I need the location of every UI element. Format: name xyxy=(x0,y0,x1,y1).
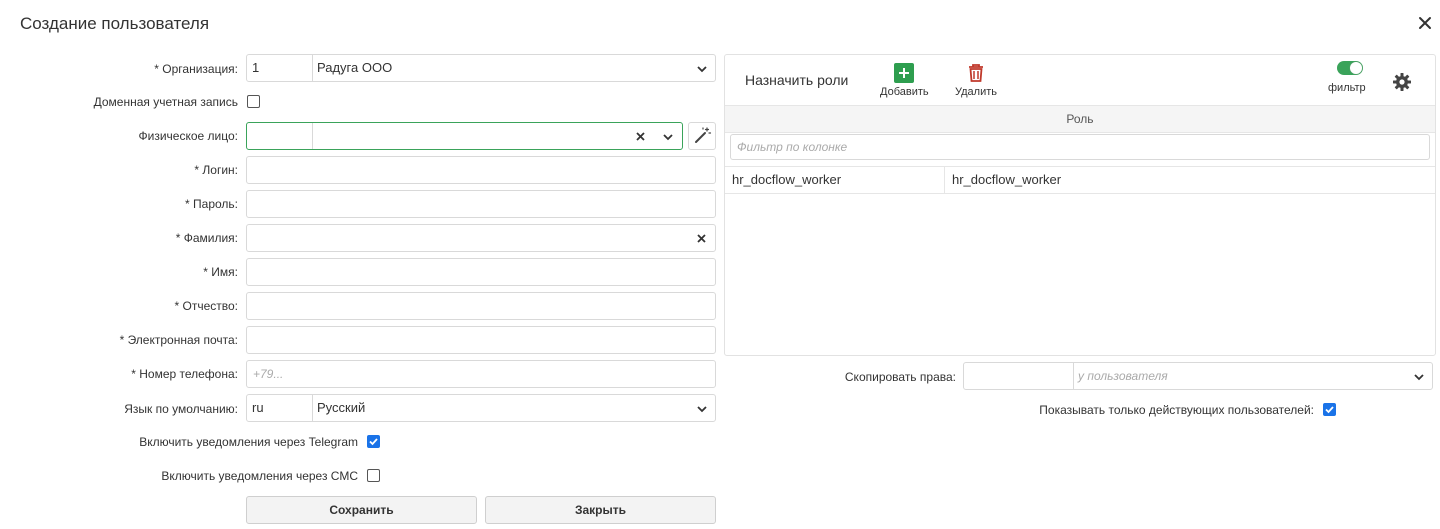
add-role-button[interactable]: Добавить xyxy=(880,63,929,98)
column-filter-input[interactable]: Фильтр по колонке xyxy=(730,134,1430,160)
domain-account-label: Доменная учетная запись xyxy=(93,95,238,109)
chevron-down-icon[interactable] xyxy=(661,130,675,144)
organization-label: * Организация: xyxy=(154,62,238,76)
email-label: * Электронная почта: xyxy=(119,333,238,347)
last-name-input[interactable] xyxy=(246,224,716,252)
clear-icon[interactable] xyxy=(634,130,647,143)
organization-code: 1 xyxy=(247,55,313,81)
middle-name-label: * Отчество: xyxy=(174,299,238,313)
filter-toggle-label: фильтр xyxy=(1328,82,1366,94)
login-label: * Логин: xyxy=(194,163,238,177)
telegram-label: Включить уведомления через Telegram xyxy=(139,435,358,449)
active-only-checkbox[interactable] xyxy=(1323,403,1336,416)
language-select[interactable]: ru Русский xyxy=(246,394,716,422)
checkmark-icon xyxy=(369,438,378,446)
sms-checkbox[interactable] xyxy=(367,469,380,482)
copy-rights-label: Скопировать права: xyxy=(844,370,956,384)
table-row[interactable]: hr_docflow_worker hr_docflow_worker xyxy=(725,166,1435,194)
magic-wand-icon xyxy=(695,127,712,143)
domain-account-checkbox[interactable] xyxy=(247,95,260,108)
first-name-input[interactable] xyxy=(246,258,716,286)
chevron-down-icon[interactable] xyxy=(1412,370,1426,384)
role-column-header[interactable]: Роль xyxy=(725,105,1435,133)
copy-rights-placeholder: у пользователя xyxy=(1078,369,1168,383)
chevron-down-icon[interactable] xyxy=(695,402,709,416)
login-input[interactable] xyxy=(246,156,716,184)
copy-rights-code xyxy=(964,363,1074,389)
password-input[interactable] xyxy=(246,190,716,218)
role-name-cell: hr_docflow_worker xyxy=(952,172,1062,187)
language-name: Русский xyxy=(317,400,366,415)
plus-icon xyxy=(894,63,915,83)
checkmark-icon xyxy=(1325,406,1334,414)
roles-panel: Назначить роли Добавить Удалить фильтр Р… xyxy=(724,54,1436,356)
active-only-label: Показывать только действующих пользовате… xyxy=(1039,403,1314,417)
telegram-checkbox[interactable] xyxy=(367,435,380,448)
dialog-title: Создание пользователя xyxy=(20,14,210,33)
organization-name: Радуга ООО xyxy=(317,60,393,75)
phone-label: * Номер телефона: xyxy=(131,367,238,381)
role-code-cell: hr_docflow_worker xyxy=(732,172,842,187)
person-code xyxy=(247,123,313,149)
person-select[interactable] xyxy=(246,122,683,150)
close-icon[interactable] xyxy=(1414,12,1436,34)
email-input[interactable] xyxy=(246,326,716,354)
password-label: * Пароль: xyxy=(185,197,238,211)
magic-wand-button[interactable] xyxy=(688,122,716,150)
clear-icon[interactable] xyxy=(695,232,708,245)
add-role-label: Добавить xyxy=(880,86,929,98)
middle-name-input[interactable] xyxy=(246,292,716,320)
delete-role-label: Удалить xyxy=(955,86,997,98)
save-button[interactable]: Сохранить xyxy=(246,496,477,524)
delete-role-button[interactable]: Удалить xyxy=(955,63,997,98)
language-label: Язык по умолчанию: xyxy=(124,402,238,416)
trash-icon xyxy=(969,64,983,82)
column-filter-placeholder: Фильтр по колонке xyxy=(737,140,848,154)
language-code: ru xyxy=(247,395,313,421)
phone-placeholder: +79... xyxy=(253,367,284,381)
sms-label: Включить уведомления через СМС xyxy=(161,469,358,483)
first-name-label: * Имя: xyxy=(203,265,238,279)
filter-toggle[interactable] xyxy=(1337,61,1363,75)
chevron-down-icon[interactable] xyxy=(695,62,709,76)
organization-select[interactable]: 1 Радуга ООО xyxy=(246,54,716,82)
copy-rights-select[interactable]: у пользователя xyxy=(963,362,1433,390)
roles-title: Назначить роли xyxy=(745,72,849,88)
gear-icon[interactable] xyxy=(1392,72,1412,92)
phone-input[interactable]: +79... xyxy=(246,360,716,388)
person-label: Физическое лицо: xyxy=(138,129,238,143)
last-name-label: * Фамилия: xyxy=(175,231,238,245)
close-button[interactable]: Закрыть xyxy=(485,496,716,524)
